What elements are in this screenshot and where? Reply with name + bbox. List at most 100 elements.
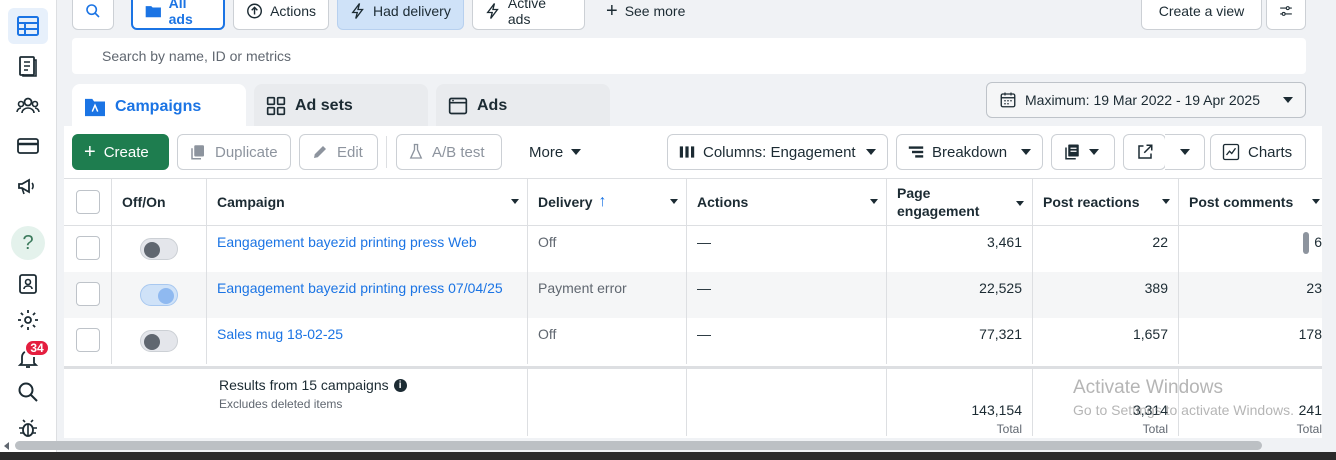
toolbar-divider: [386, 136, 387, 168]
header-campaign[interactable]: Campaign: [207, 179, 528, 225]
totals-label-line: Results from 15 campaigns i: [219, 377, 407, 393]
header-off-on[interactable]: Off/On: [112, 179, 207, 225]
see-more-label: See more: [624, 3, 686, 19]
chevron-down-icon: [866, 149, 876, 155]
row-checkbox[interactable]: [75, 236, 100, 260]
settings-gear-icon[interactable]: [8, 302, 48, 338]
campaign-name-link[interactable]: Eangagement bayezid printing press Web: [207, 226, 528, 272]
breakdown-dropdown[interactable]: Breakdown: [896, 134, 1043, 170]
ads-manager-table-icon[interactable]: [8, 8, 48, 44]
activate-windows-watermark: Activate Windows Go to Settings to activ…: [1073, 377, 1294, 421]
tab-campaigns[interactable]: Campaigns: [72, 84, 246, 130]
plus-icon: +: [606, 0, 618, 22]
sort-caret-icon: [511, 199, 519, 204]
header-actions[interactable]: Actions: [687, 179, 887, 225]
header-post-comments-label: Post comments: [1189, 194, 1294, 210]
tab-ad-sets[interactable]: Ad sets: [254, 84, 428, 128]
search-icon[interactable]: [8, 374, 48, 410]
charts-button[interactable]: Charts: [1210, 134, 1306, 170]
search-toggle-button[interactable]: [72, 0, 114, 30]
billing-card-icon[interactable]: [8, 128, 48, 164]
account-overview-icon[interactable]: [8, 266, 48, 302]
row-checkbox[interactable]: [75, 282, 100, 306]
totals-post-comments-value: 241: [1298, 402, 1322, 418]
campaign-name-link[interactable]: Sales mug 18-02-25: [207, 318, 528, 364]
totals-page-engagement: 143,154 Total: [887, 369, 1033, 436]
chart-line-icon: [1222, 143, 1240, 161]
delivery-status: Off: [528, 226, 687, 272]
watermark-subtitle: Go to Settings to activate Windows.: [1073, 402, 1294, 418]
header-delivery-label: Delivery: [538, 194, 593, 210]
campaign-toggle[interactable]: [140, 284, 178, 306]
filter-all-ads-label: All ads: [168, 0, 193, 27]
sort-caret-icon: [670, 199, 678, 204]
filter-had-delivery-label: Had delivery: [373, 3, 451, 19]
date-range-picker[interactable]: Maximum: 19 Mar 2022 - 19 Apr 2025: [986, 82, 1306, 118]
ad-sets-grid-icon: [266, 96, 286, 116]
sort-ascending-arrow-icon: ↑: [598, 193, 607, 210]
scroll-left-arrow-icon[interactable]: [4, 442, 9, 450]
filter-active-ads-label: Active ads: [507, 0, 546, 27]
export-icon: [1137, 144, 1152, 159]
pencil-icon: [314, 146, 326, 158]
os-taskbar-strip: [0, 452, 1336, 460]
export-button[interactable]: [1123, 134, 1166, 170]
campaign-megaphone-icon[interactable]: [8, 168, 48, 204]
search-input[interactable]: Search by name, ID or metrics: [72, 38, 1306, 74]
select-all-checkbox[interactable]: [75, 190, 100, 214]
audiences-icon[interactable]: [8, 88, 48, 124]
search-icon: [86, 4, 100, 18]
table-row[interactable]: Eangagement bayezid printing press 07/04…: [64, 272, 1322, 318]
duplicate-button[interactable]: Duplicate: [177, 134, 291, 170]
ab-test-button[interactable]: A/B test: [396, 134, 502, 170]
campaign-name-link[interactable]: Eangagement bayezid printing press 07/04…: [207, 272, 528, 318]
reports-dropdown[interactable]: [1051, 134, 1115, 170]
filter-had-delivery[interactable]: Had delivery: [337, 0, 464, 30]
help-icon[interactable]: ?: [11, 226, 45, 260]
header-delivery[interactable]: Delivery ↑: [528, 179, 687, 225]
chevron-down-icon: [571, 149, 582, 155]
totals-page-engagement-value: 143,154: [971, 402, 1022, 418]
header-post-reactions[interactable]: Post reactions: [1033, 179, 1179, 225]
totals-label: Results from 15 campaigns: [219, 377, 389, 393]
row-checkbox[interactable]: [75, 328, 100, 352]
table-row[interactable]: Sales mug 18-02-25 Off — 77,321 1,657 17…: [64, 318, 1322, 364]
tab-ads[interactable]: Ads: [436, 84, 610, 128]
filter-all-ads[interactable]: All ads: [131, 0, 225, 30]
more-button[interactable]: More: [518, 134, 596, 170]
campaign-toggle[interactable]: [140, 330, 178, 352]
campaign-toggle[interactable]: [140, 238, 178, 260]
columns-label: Columns: Engagement: [703, 143, 856, 161]
see-more-button[interactable]: + See more: [594, 0, 704, 30]
header-post-comments[interactable]: Post comments: [1179, 179, 1322, 225]
create-view-button[interactable]: Create a view: [1141, 0, 1262, 30]
actions-value: —: [687, 272, 887, 318]
total-label: Total: [1142, 422, 1168, 436]
create-button[interactable]: + Create: [72, 134, 169, 170]
breakdown-label: Breakdown: [932, 143, 1008, 161]
export-options-dropdown[interactable]: [1165, 134, 1205, 170]
header-off-on-label: Off/On: [122, 194, 166, 210]
reports-icon[interactable]: [8, 48, 48, 84]
totals-delivery-empty: [528, 369, 687, 436]
columns-dropdown[interactable]: Columns: Engagement: [667, 134, 888, 170]
row-toggle-cell: [112, 272, 207, 318]
chevron-down-icon: [1283, 97, 1293, 103]
edit-button[interactable]: Edit: [299, 134, 378, 170]
delivery-status: Off: [528, 318, 687, 364]
table-vertical-scrollbar[interactable]: [1303, 232, 1309, 254]
upload-circle-icon: [247, 3, 263, 19]
tab-ad-sets-label: Ad sets: [295, 97, 353, 114]
chevron-down-icon: [1021, 149, 1031, 155]
filter-actions[interactable]: Actions: [233, 0, 329, 30]
tab-ads-label: Ads: [477, 97, 508, 114]
filter-active-ads[interactable]: Active ads: [472, 0, 585, 30]
view-settings-button[interactable]: [1266, 0, 1306, 30]
info-icon[interactable]: i: [393, 378, 407, 392]
table-row[interactable]: Eangagement bayezid printing press Web O…: [64, 226, 1322, 272]
header-actions-label: Actions: [697, 194, 749, 210]
notification-count-badge: 34: [24, 339, 50, 357]
row-toggle-cell: [112, 226, 207, 272]
header-page-engagement[interactable]: Page engagement: [887, 179, 1033, 225]
horizontal-scrollbar-thumb[interactable]: [15, 441, 1262, 450]
